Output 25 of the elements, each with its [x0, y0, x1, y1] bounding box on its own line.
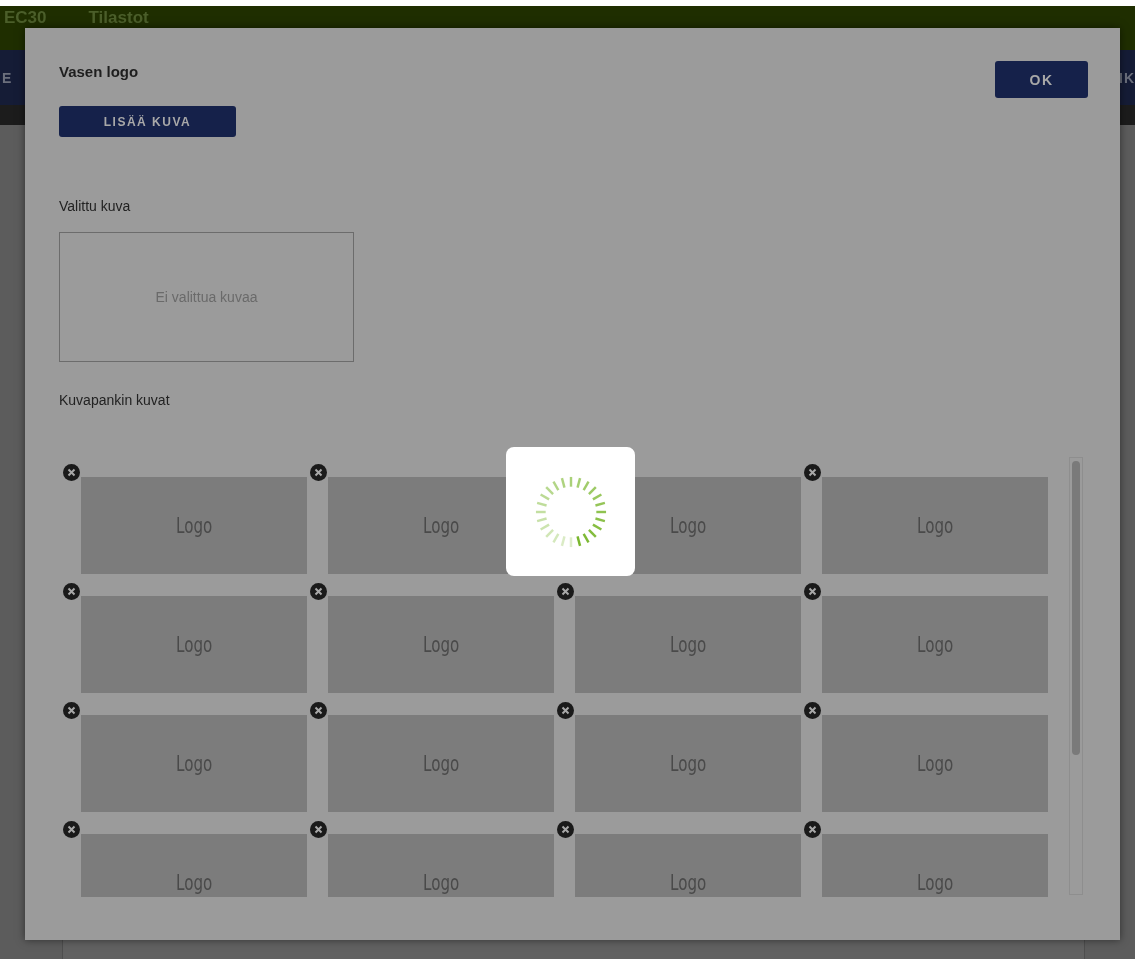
- delete-icon[interactable]: [63, 702, 80, 719]
- delete-icon[interactable]: [804, 821, 821, 838]
- delete-icon[interactable]: [557, 821, 574, 838]
- nav-item[interactable]: IK: [1119, 69, 1135, 86]
- section-label: Valittu kuva: [59, 198, 132, 214]
- ok-button[interactable]: OK: [995, 61, 1088, 98]
- delete-icon[interactable]: [557, 583, 574, 600]
- delete-icon[interactable]: [63, 583, 80, 600]
- section-label: Kuvapankin kuvat: [59, 392, 171, 408]
- delete-icon[interactable]: [804, 464, 821, 481]
- delete-icon[interactable]: [557, 702, 574, 719]
- delete-icon[interactable]: [310, 702, 327, 719]
- delete-icon[interactable]: [804, 702, 821, 719]
- delete-icon[interactable]: [310, 821, 327, 838]
- scrollbar-thumb[interactable]: [1072, 461, 1080, 755]
- spinner-icon: [533, 474, 608, 549]
- delete-icon[interactable]: [804, 583, 821, 600]
- delete-icon[interactable]: [310, 464, 327, 481]
- delete-icon[interactable]: [63, 464, 80, 481]
- dialog-title: Vasen logo: [59, 63, 140, 80]
- scrollbar-track[interactable]: [1069, 457, 1083, 895]
- delete-icon[interactable]: [310, 583, 327, 600]
- delete-icon[interactable]: [63, 821, 80, 838]
- nav-item[interactable]: E: [2, 69, 13, 86]
- add-image-button[interactable]: LISÄÄ KUVA: [59, 106, 236, 137]
